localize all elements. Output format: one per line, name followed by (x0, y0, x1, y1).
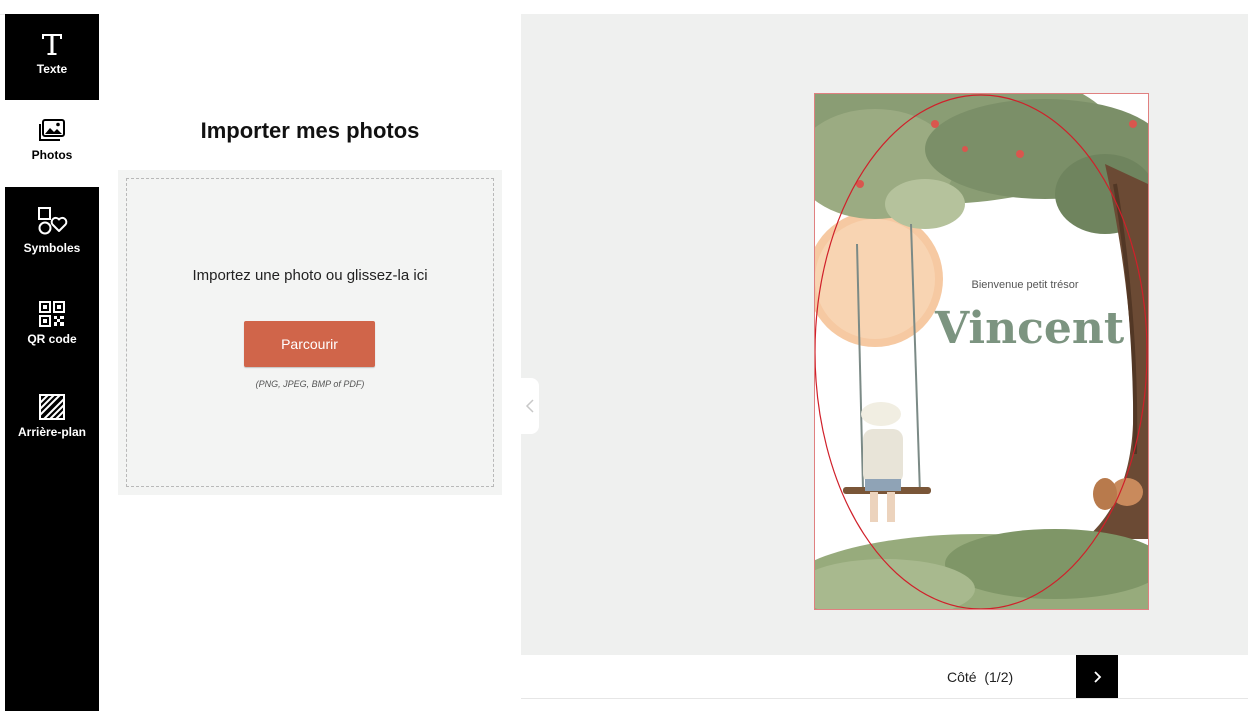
card-preview[interactable]: Bienvenue petit trésor Vincent (814, 93, 1149, 610)
top-bar (0, 0, 1248, 15)
rail-item-label: Symboles (23, 241, 81, 255)
rail-item-label: Texte (36, 62, 68, 76)
accepted-formats: (PNG, JPEG, BMP of PDF) (255, 379, 365, 389)
rail-item-arriere-plan[interactable]: Arrière-plan (5, 379, 99, 469)
panel-title: Importer mes photos (200, 118, 420, 143)
rail-item-texte[interactable]: Texte (5, 14, 99, 100)
rail-item-symboles[interactable]: Symboles (5, 187, 99, 284)
next-side-button[interactable] (1076, 655, 1118, 698)
symbols-icon (38, 207, 68, 235)
dropzone-border: Importez une photo ou glissez-la ici Par… (126, 178, 494, 487)
rail-item-photos[interactable]: Photos (5, 100, 99, 187)
qr-code-icon (39, 301, 65, 327)
photos-icon (39, 119, 65, 141)
chevron-right-icon (1094, 670, 1102, 683)
side-indicator: Côté (1/2) (947, 669, 1014, 685)
card-subtitle[interactable]: Bienvenue petit trésor (955, 279, 1095, 291)
collapse-panel-button[interactable] (521, 378, 539, 434)
tool-rail: Texte Photos Symboles QR code Arrière-pl… (5, 14, 99, 711)
photos-panel: Importer mes photos Importez une photo o… (99, 14, 521, 711)
card-name-text[interactable]: Vincent (935, 303, 1124, 354)
rail-item-label: Photos (31, 148, 73, 162)
chevron-left-icon (525, 399, 534, 413)
browse-button[interactable]: Parcourir (244, 321, 375, 367)
design-canvas: Bienvenue petit trésor Vincent (521, 14, 1248, 655)
rail-item-label: QR code (27, 332, 77, 346)
upload-dropzone[interactable]: Importez une photo ou glissez-la ici Par… (118, 170, 502, 495)
text-icon (42, 34, 62, 55)
pagination-bar: Côté (1/2) (521, 655, 1248, 699)
rail-item-label: Arrière-plan (17, 425, 87, 439)
upload-instructions: Importez une photo ou glissez-la ici (192, 267, 428, 284)
background-pattern-icon (39, 394, 65, 420)
rail-item-qr-code[interactable]: QR code (5, 284, 99, 379)
